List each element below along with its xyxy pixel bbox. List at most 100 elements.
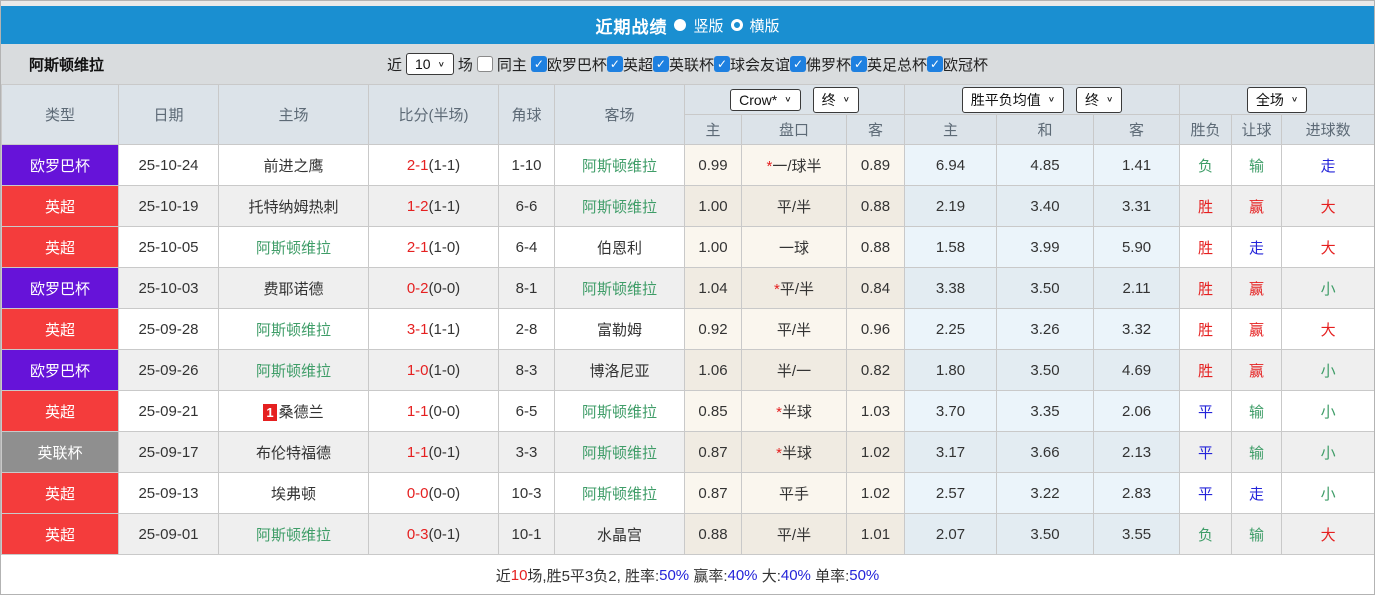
result-value: 平 xyxy=(1198,444,1214,462)
avg-away-value: 1.41 xyxy=(1121,156,1152,174)
result-value: 胜 xyxy=(1198,198,1214,216)
let-result-cell: 走 xyxy=(1231,226,1283,268)
avg-draw-cell: 3.50 xyxy=(996,349,1095,391)
let-result-cell: 输 xyxy=(1231,144,1283,186)
league-name: 欧罗巴杯 xyxy=(29,157,90,175)
checkbox-checked-icon[interactable]: ✓ xyxy=(606,56,623,72)
avg-away-cell: 1.41 xyxy=(1093,144,1181,186)
handicap-cell: 半/一 xyxy=(741,349,847,391)
home-team-link[interactable]: 埃弗顿 xyxy=(271,486,316,503)
avg-away-cell: 2.83 xyxy=(1093,472,1181,514)
corner-cell: 8-1 xyxy=(498,267,555,309)
avg-draw-cell: 3.40 xyxy=(996,185,1095,227)
match-count-select[interactable]: 10 ∨ xyxy=(405,53,454,75)
away-team-cell: 阿斯顿维拉 xyxy=(554,267,685,309)
same-home-filter[interactable] xyxy=(476,56,493,72)
corner-count: 6-4 xyxy=(515,238,538,256)
score-cell: 0-2(0-0) xyxy=(368,267,499,309)
col-header-odds-home: 主 xyxy=(684,114,742,145)
corner-cell: 10-3 xyxy=(498,472,555,514)
league-filter-2[interactable]: ✓ 英联杯 xyxy=(652,54,714,75)
scope-select[interactable]: 全场 ∨ xyxy=(1246,86,1308,113)
checkbox-checked-icon[interactable]: ✓ xyxy=(851,56,867,72)
away-team-link[interactable]: 博洛尼亚 xyxy=(589,363,649,380)
result-value: 胜 xyxy=(1198,362,1214,380)
checkbox-checked-icon[interactable]: ✓ xyxy=(713,56,730,72)
checkbox-checked-icon[interactable]: ✓ xyxy=(530,56,547,72)
home-team-cell: 布伦特福德 xyxy=(218,431,369,473)
radio-selected-icon[interactable] xyxy=(674,19,687,31)
odds-home-value: 1.00 xyxy=(698,238,728,256)
away-team-link[interactable]: 伯恩利 xyxy=(597,240,642,257)
handicap-cell: 平手 xyxy=(741,472,847,514)
results-table: 类型 日期 主场 比分(半场) 角球 客场 Crow* ∨ 终 ∨ 胜平负均值 ∨ 终… xyxy=(1,84,1374,555)
odds-home-value: 0.99 xyxy=(698,156,728,174)
bookmaker-select[interactable]: Crow* ∨ xyxy=(730,88,801,111)
away-team-link[interactable]: 阿斯顿维拉 xyxy=(582,158,657,175)
odds-stage-value: 终 xyxy=(821,91,836,108)
league-name: 英超 xyxy=(44,485,75,503)
odds-away-cell: 1.02 xyxy=(845,472,906,514)
home-team-link[interactable]: 阿斯顿维拉 xyxy=(256,527,331,544)
checkbox-checked-icon[interactable]: ✓ xyxy=(927,56,944,72)
summary-segment: 赢率: xyxy=(689,567,728,585)
score-cell: 1-2(1-1) xyxy=(368,185,499,227)
result-cell: 负 xyxy=(1179,144,1233,186)
odds-home-cell: 0.85 xyxy=(684,390,742,432)
match-count-value: 10 xyxy=(414,56,431,72)
home-team-link[interactable]: 阿斯顿维拉 xyxy=(256,363,331,380)
summary-segment: 40% xyxy=(780,566,811,584)
away-team-link[interactable]: 阿斯顿维拉 xyxy=(582,404,657,421)
home-team-link[interactable]: 阿斯顿维拉 xyxy=(256,322,331,339)
odds-away-value: 0.96 xyxy=(860,320,891,338)
odds-away-value: 1.02 xyxy=(860,484,891,502)
league-badge: 英超 xyxy=(1,226,119,268)
avg-select[interactable]: 胜平负均值 ∨ xyxy=(961,86,1065,113)
avg-home-cell: 2.57 xyxy=(904,472,998,514)
col-header-let: 让球 xyxy=(1231,114,1283,145)
radio-vertical-label[interactable]: 竖版 xyxy=(693,15,723,36)
checkbox-checked-icon[interactable]: ✓ xyxy=(789,56,806,72)
avg-away-value: 3.31 xyxy=(1121,197,1152,215)
corner-count: 6-5 xyxy=(515,402,538,420)
filterbar: 阿斯顿维拉 近 10 ∨ 场 同主 ✓ 欧罗巴杯 ✓ 英超 ✓ 英联杯 ✓ 球会友谊 ✓ 佛罗杯 ✓ 英… xyxy=(1,44,1374,84)
let-result-cell: 输 xyxy=(1231,390,1283,432)
odds-stage-select[interactable]: 终 ∨ xyxy=(812,86,859,113)
summary-segment: 10 xyxy=(510,566,528,584)
handicap-cell: 平/半 xyxy=(741,513,847,555)
league-filter-3[interactable]: ✓ 球会友谊 xyxy=(713,54,790,75)
home-team-link[interactable]: 前进之鹰 xyxy=(263,158,323,175)
checkbox-checked-icon[interactable]: ✓ xyxy=(652,56,669,72)
radio-horizontal-label[interactable]: 横版 xyxy=(750,15,780,36)
half-time-score: (0-0) xyxy=(428,484,461,502)
away-team-link[interactable]: 阿斯顿维拉 xyxy=(582,486,657,503)
league-filter-5[interactable]: ✓ 英足总杯 xyxy=(851,54,927,75)
match-date: 25-09-01 xyxy=(138,525,199,543)
home-team-link[interactable]: 费耶诺德 xyxy=(263,281,323,298)
away-team-link[interactable]: 水晶宫 xyxy=(597,527,642,544)
radio-unselected-icon[interactable] xyxy=(730,19,743,31)
odds-home-value: 0.88 xyxy=(698,525,728,543)
summary-segment: 大: xyxy=(757,567,781,585)
league-filter-0[interactable]: ✓ 欧罗巴杯 xyxy=(530,54,607,75)
avg-draw-value: 3.26 xyxy=(1030,320,1060,338)
away-team-link[interactable]: 阿斯顿维拉 xyxy=(582,445,657,462)
away-team-link[interactable]: 阿斯顿维拉 xyxy=(582,199,657,216)
result-cell: 平 xyxy=(1179,390,1233,432)
away-team-link[interactable]: 阿斯顿维拉 xyxy=(582,281,657,298)
home-team-link[interactable]: 桑德兰 xyxy=(279,404,324,421)
home-team-link[interactable]: 布伦特福德 xyxy=(256,445,331,462)
corner-count: 2-8 xyxy=(515,320,538,338)
league-filter-4[interactable]: ✓ 佛罗杯 xyxy=(789,54,851,75)
league-filter-1[interactable]: ✓ 英超 xyxy=(606,54,653,75)
checkbox-unchecked-icon[interactable] xyxy=(476,56,493,72)
home-team-link[interactable]: 阿斯顿维拉 xyxy=(256,240,331,257)
avg-value: 胜平负均值 xyxy=(970,91,1041,108)
home-team-link[interactable]: 托特纳姆热刺 xyxy=(248,199,338,216)
league-filter-6[interactable]: ✓ 欧冠杯 xyxy=(927,54,988,75)
half-time-score: (0-1) xyxy=(428,443,461,461)
odds-home-cell: 0.87 xyxy=(684,472,742,514)
home-team-cell: 阿斯顿维拉 xyxy=(218,349,369,391)
away-team-link[interactable]: 富勒姆 xyxy=(597,322,642,339)
avg-stage-select[interactable]: 终 ∨ xyxy=(1076,86,1123,113)
